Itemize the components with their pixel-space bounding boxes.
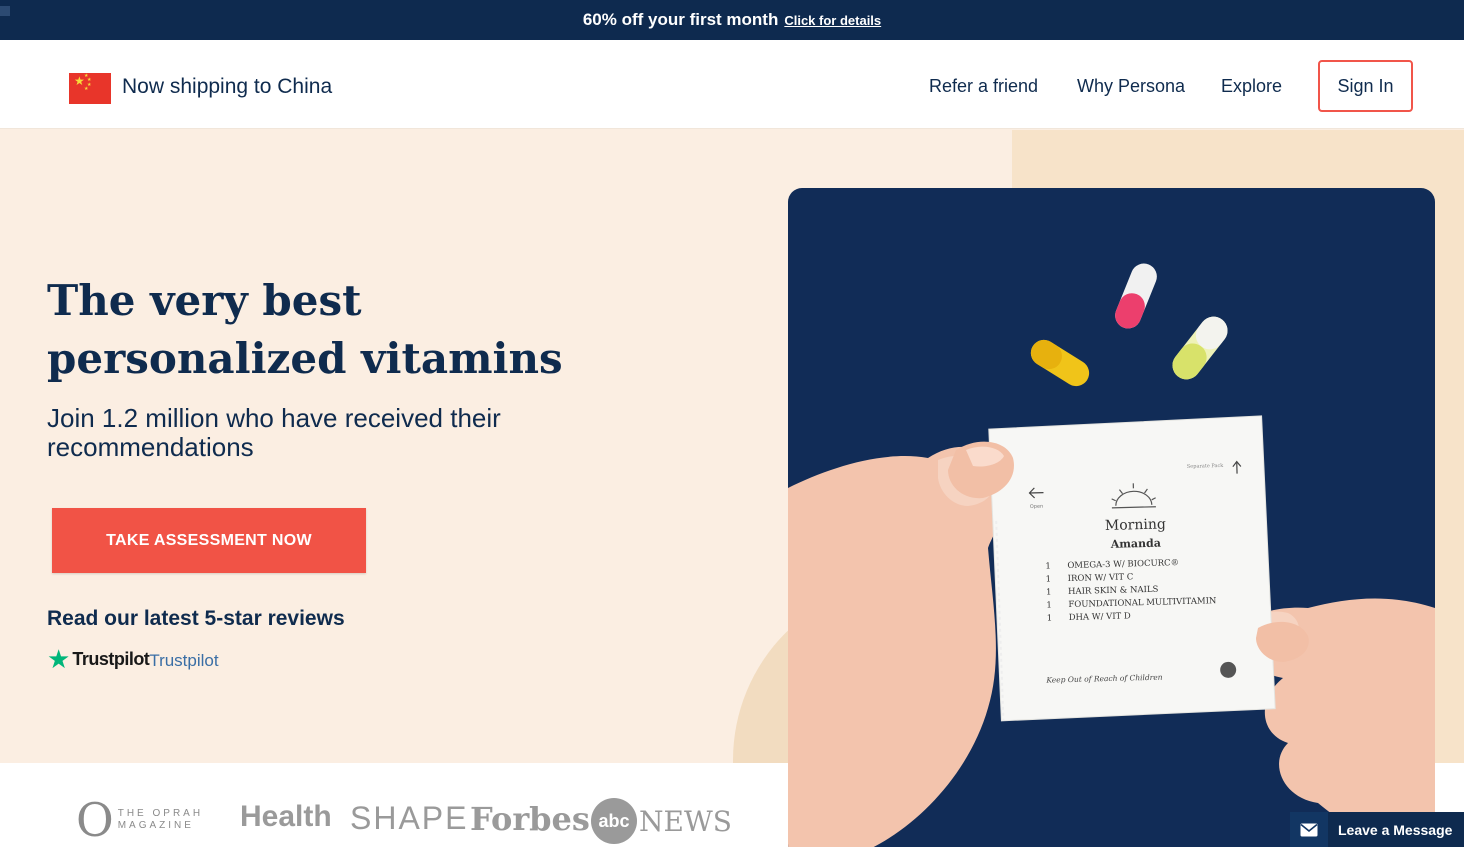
packet-item-qty: 1 bbox=[1047, 613, 1053, 623]
packet-item-qty: 1 bbox=[1045, 561, 1051, 571]
left-hand bbox=[788, 446, 1006, 847]
hero-title-line-2: personalized vitamins bbox=[47, 334, 563, 383]
packet-name: Amanda bbox=[1110, 537, 1161, 551]
oprah-magazine-logo: O THE OPRAH MAGAZINE bbox=[76, 797, 208, 843]
packet-item-qty: 1 bbox=[1046, 600, 1052, 610]
news-wordmark: NEWS bbox=[639, 804, 732, 838]
promo-details-link[interactable]: Click for details bbox=[784, 13, 881, 28]
packet-open-label: Open bbox=[1030, 504, 1044, 510]
nav-why-persona[interactable]: Why Persona bbox=[1077, 76, 1185, 97]
health-logo: Health bbox=[240, 800, 332, 833]
hero-product-image: Morning Amanda Open Separate Pack 1 OMEG… bbox=[788, 188, 1435, 847]
packet-item-label: IRON W/ VIT C bbox=[1068, 572, 1134, 584]
clear-pill-icon bbox=[1172, 316, 1228, 380]
abc-circle: abc bbox=[591, 798, 637, 844]
trustpilot-widget: ★ Trustpilot Trustpilot bbox=[47, 646, 219, 672]
promo-text: 60% off your first month bbox=[582, 10, 779, 29]
take-assessment-button[interactable]: TAKE ASSESSMENT NOW bbox=[52, 508, 366, 573]
leave-message-widget[interactable]: Leave a Message bbox=[1290, 812, 1464, 847]
pink-pill-icon bbox=[1115, 263, 1157, 329]
forbes-logo: Forbes bbox=[470, 800, 590, 838]
vitamin-packet-illustration: Morning Amanda Open Separate Pack 1 OMEG… bbox=[788, 263, 1435, 847]
nav-refer-a-friend[interactable]: Refer a friend bbox=[929, 76, 1038, 97]
oprah-wordmark: THE OPRAH MAGAZINE bbox=[117, 808, 204, 831]
packet-item-label: DHA W/ VIT D bbox=[1069, 611, 1131, 623]
promo-bar: 60% off your first month Click for detai… bbox=[0, 0, 1464, 40]
nav-explore[interactable]: Explore bbox=[1221, 76, 1282, 97]
trustpilot-logo: Trustpilot bbox=[72, 648, 150, 669]
reviews-heading: Read our latest 5-star reviews bbox=[47, 607, 345, 630]
abc-news-logo: abc NEWS bbox=[591, 798, 732, 844]
hero-title: The very best personalized vitamins bbox=[47, 272, 607, 388]
envelope-icon bbox=[1290, 812, 1328, 847]
trustpilot-link[interactable]: Trustpilot bbox=[149, 651, 218, 671]
shipping-notice: Now shipping to China bbox=[122, 75, 333, 98]
packet-item-qty: 1 bbox=[1046, 574, 1052, 584]
corner-marker bbox=[0, 6, 10, 16]
hero-title-line-1: The very best bbox=[47, 276, 362, 325]
packet-item-qty: 1 bbox=[1046, 587, 1052, 597]
navbar: ★ ★ ★ ★ ★ Now shipping to China Refer a … bbox=[0, 40, 1464, 129]
packet-time: Morning bbox=[1105, 516, 1166, 534]
packet-separate-label: Separate Pack bbox=[1187, 463, 1225, 470]
sign-in-button[interactable]: Sign In bbox=[1318, 60, 1413, 112]
oprah-o-letter: O bbox=[76, 793, 114, 847]
shape-logo: SHAPE bbox=[350, 800, 469, 836]
leave-message-label: Leave a Message bbox=[1338, 821, 1453, 838]
hero-subtitle: Join 1.2 million who have received their… bbox=[47, 403, 501, 462]
trustpilot-star-icon: ★ bbox=[47, 644, 71, 674]
vitamin-packet: Morning Amanda Open Separate Pack 1 OMEG… bbox=[988, 415, 1276, 722]
yellow-pill-icon bbox=[1030, 339, 1090, 387]
china-flag-icon: ★ ★ ★ ★ ★ bbox=[69, 73, 111, 104]
